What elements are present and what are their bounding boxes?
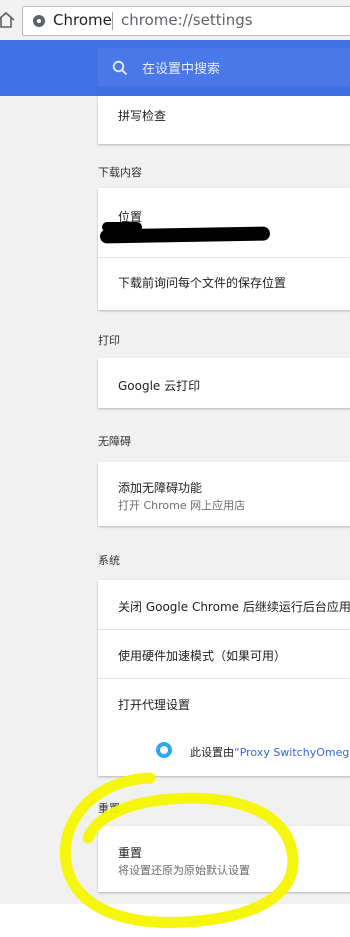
highlight-annotation	[59, 772, 299, 928]
